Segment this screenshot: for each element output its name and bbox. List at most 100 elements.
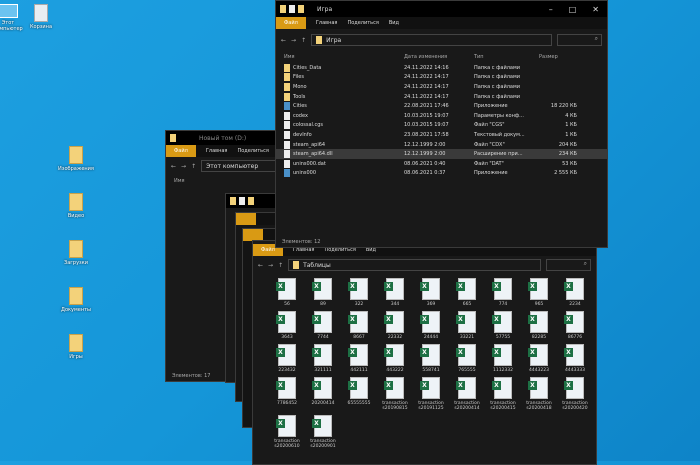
desktop-icon[interactable]: Корзина [21,4,61,30]
excel-file[interactable]: 774 [485,278,521,307]
excel-file[interactable]: transaction s20191125 [413,377,449,411]
excel-file[interactable]: 558741 [413,344,449,373]
back-icon[interactable]: ← [281,37,286,44]
excel-file[interactable]: 4443333 [557,344,593,373]
search-input[interactable]: ⌕ [557,34,602,46]
forward-icon[interactable]: → [291,37,296,44]
column-name[interactable]: Имя [174,178,185,184]
explorer-window-tables[interactable]: ФайлГлавнаяПоделитьсяВид ←→↑Таблицы⌕ 568… [252,240,597,465]
excel-file[interactable]: 65555555 [341,377,377,411]
excel-file[interactable]: 56 [269,278,305,307]
desktop-icon[interactable]: Игры [56,334,96,360]
excel-file[interactable]: 3643 [269,311,305,340]
excel-file[interactable]: 443222 [377,344,413,373]
column-size[interactable]: Размер [539,54,577,60]
up-icon[interactable]: ↑ [278,262,283,269]
file-row[interactable]: Files 24.11.2022 14:17 Папка с файлами [276,73,607,83]
excel-file[interactable]: 33221 [449,311,485,340]
ribbon-tab-share[interactable]: Поделиться [237,148,268,154]
excel-file[interactable]: 322 [341,278,377,307]
file-row[interactable]: unins000 08.06.2021 0:37 Приложение 2 555 К… [276,169,607,179]
search-input[interactable]: ⌕ [546,259,591,271]
excel-icon [420,311,440,333]
file-date: 12.12.1999 2:00 [404,151,446,158]
desktop-icon[interactable]: Видео [56,193,96,219]
file-row[interactable]: Cities 22.08.2021 17:46 Приложение 18 220 К… [276,101,607,111]
folder-icon [284,82,290,91]
file-row[interactable]: Tools 24.11.2022 14:17 Папка с файлами [276,92,607,102]
address-bar[interactable]: Таблицы [288,259,541,271]
excel-icon [528,311,548,333]
up-icon[interactable]: ↑ [191,163,196,170]
excel-file[interactable]: 344 [377,278,413,307]
desktop-icon[interactable]: Документы [56,287,96,313]
excel-file[interactable]: 82285 [521,311,557,340]
column-name[interactable]: Имя [284,54,404,60]
excel-file[interactable]: 765555 [449,344,485,373]
forward-icon[interactable]: → [268,262,273,269]
excel-file[interactable]: transaction s20200415 [485,377,521,411]
excel-file[interactable]: 223432 [269,344,305,373]
file-name: colossal.cgs [293,122,324,129]
ribbon-tab-file[interactable]: Файл [276,17,306,29]
forward-icon[interactable]: → [181,163,186,170]
file-name: 20200414 [311,401,335,406]
excel-file[interactable]: transaction s20200610 [269,415,305,449]
ribbon-tab-home[interactable]: Главная [316,20,338,26]
ribbon-tab-share[interactable]: Поделиться [347,20,378,26]
file-name: 369 [426,302,436,307]
file-row[interactable]: Mono 24.11.2022 14:17 Папка с файлами [276,82,607,92]
file-row[interactable]: codex 10.03.2015 19:07 Параметры конф... 4 … [276,111,607,121]
back-icon[interactable]: ← [171,163,176,170]
file-row[interactable]: unins000.dat 08.06.2021 0:40 Файл "DAT" 53 … [276,159,607,169]
desktop-icon[interactable]: Загрузки [56,240,96,266]
excel-file[interactable]: 442111 [341,344,377,373]
excel-file[interactable]: 965 [521,278,557,307]
file-row[interactable]: Cities_Data 24.11.2022 14:16 Папка с файла… [276,63,607,73]
maximize-button[interactable]: □ [569,5,577,14]
excel-file[interactable]: 7786452 [269,377,305,411]
excel-file[interactable]: 86776 [557,311,593,340]
explorer-window-game[interactable]: Игра – □ ✕ Файл Главная Поделиться Вид ← → ↑ Игр… [275,0,608,248]
file-date: 24.11.2022 14:17 [404,74,449,81]
file-row[interactable]: steam_api64.dll 12.12.1999 2:00 Расширение… [276,149,607,159]
file-name: Files [293,74,304,81]
address-bar[interactable]: Игра [311,34,552,46]
ribbon-tab-home[interactable]: Главная [206,148,228,154]
excel-file[interactable]: 321111 [305,344,341,373]
file-type: Файл "CGS" [474,122,505,129]
excel-file[interactable]: 4443223 [521,344,557,373]
file-name: 1112332 [492,368,514,373]
back-icon[interactable]: ← [258,262,263,269]
excel-file[interactable]: 1112332 [485,344,521,373]
excel-icon [528,377,548,399]
up-icon[interactable]: ↑ [301,37,306,44]
file-row[interactable]: colossal.cgs 10.03.2015 19:07 Файл "CGS" 1 … [276,121,607,131]
ribbon-tab-file[interactable]: Файл [166,145,196,157]
minimize-button[interactable]: – [549,5,553,14]
excel-file[interactable]: 20200414 [305,377,341,411]
excel-file[interactable]: transaction s20200414 [449,377,485,411]
excel-file[interactable]: 22332 [377,311,413,340]
file-name: transaction s20190815 [382,401,408,411]
excel-file[interactable]: transaction s20200420 [557,377,593,411]
excel-file[interactable]: 2234 [557,278,593,307]
desktop-icon[interactable]: Изображения [56,146,96,172]
excel-file[interactable]: 7744 [305,311,341,340]
column-date[interactable]: Дата изменения [404,54,474,60]
excel-file[interactable]: transaction s20190815 [377,377,413,411]
excel-file[interactable]: 8667 [341,311,377,340]
file-name: 321111 [314,368,332,373]
excel-file[interactable]: 369 [413,278,449,307]
close-button[interactable]: ✕ [592,5,599,14]
excel-file[interactable]: 24444 [413,311,449,340]
excel-file[interactable]: transaction s20200418 [521,377,557,411]
excel-file[interactable]: 665 [449,278,485,307]
file-row[interactable]: devInfo 23.08.2021 17:58 Текстовый докум..… [276,130,607,140]
column-type[interactable]: Тип [474,54,539,60]
file-row[interactable]: steam_api64 12.12.1999 2:00 Файл "CDX" 204 … [276,140,607,150]
excel-file[interactable]: 89 [305,278,341,307]
ribbon-tab-view[interactable]: Вид [389,20,399,26]
excel-file[interactable]: 57755 [485,311,521,340]
excel-file[interactable]: transaction s20200901 [305,415,341,449]
